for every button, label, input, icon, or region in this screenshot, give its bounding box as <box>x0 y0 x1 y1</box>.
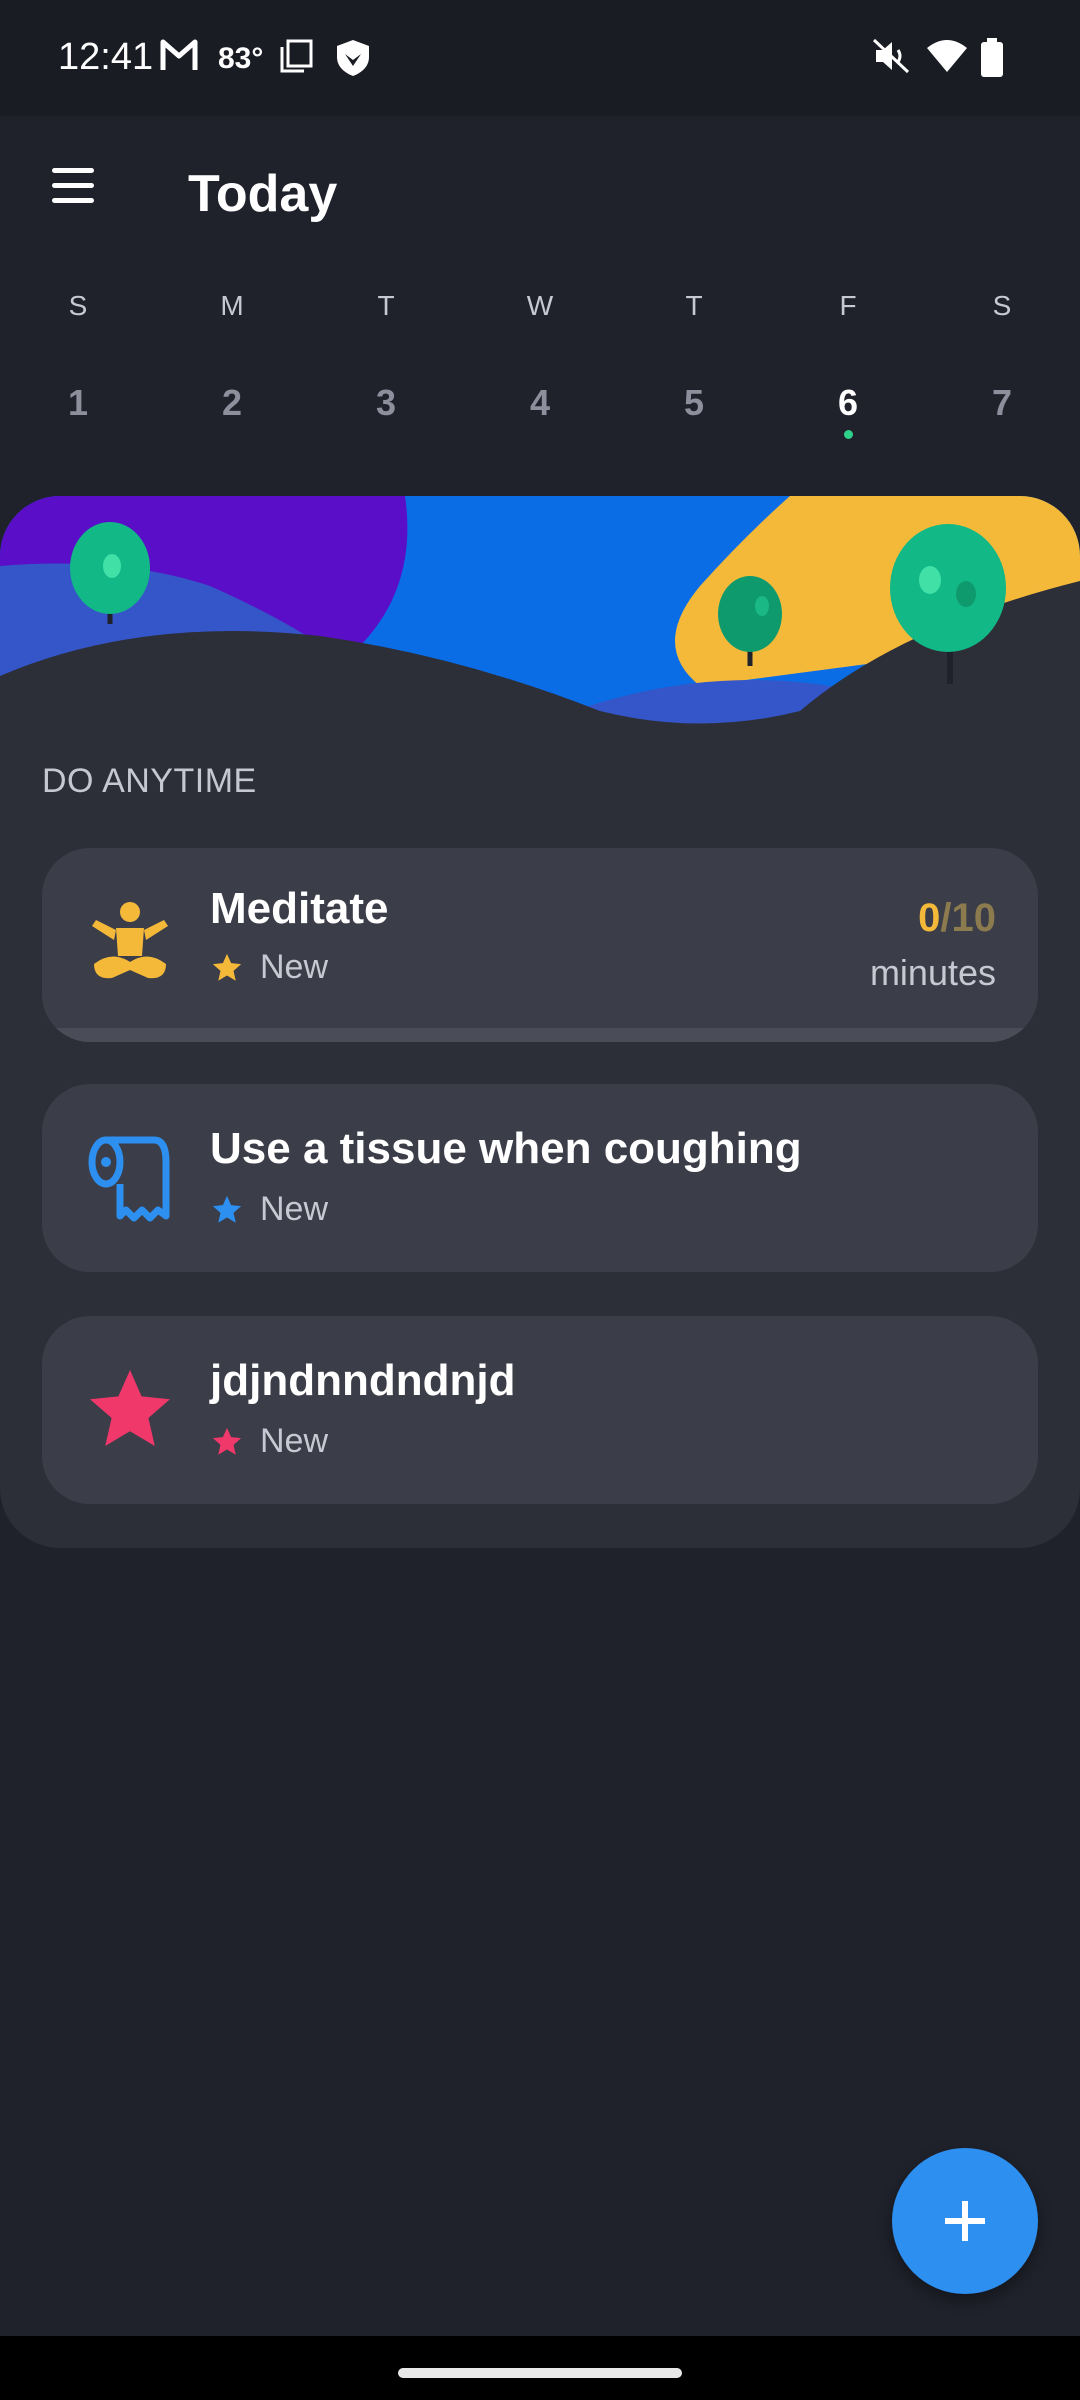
day-friday-selected[interactable]: F 6 <box>798 290 898 439</box>
mute-icon <box>872 38 910 74</box>
day-of-month: 2 <box>221 382 243 423</box>
day-of-month: 7 <box>991 382 1013 423</box>
day-of-month: 4 <box>529 382 551 423</box>
plus-icon <box>945 2201 985 2241</box>
week-strip: S 1 M 2 T 3 W 4 T 5 F 6 S 7 <box>0 290 1080 450</box>
day-saturday[interactable]: S 7 <box>952 290 1052 424</box>
day-of-week: F <box>839 290 857 321</box>
day-of-week: S <box>992 290 1012 321</box>
star-icon <box>212 953 242 981</box>
day-of-month: 5 <box>683 382 705 423</box>
battery-icon <box>981 38 1003 77</box>
habit-card-meditate[interactable]: Meditate New 0/10 minutes <box>42 848 1038 1042</box>
tissue-roll-icon <box>82 1130 178 1226</box>
habit-status-label: New <box>260 948 329 986</box>
day-of-week: T <box>377 290 395 321</box>
day-monday[interactable]: M 2 <box>182 290 282 424</box>
section-label: DO ANYTIME <box>42 762 257 800</box>
day-of-month: 3 <box>375 382 397 423</box>
star-icon <box>212 1195 242 1223</box>
meditate-icon <box>82 898 178 994</box>
hamburger-menu-icon[interactable] <box>44 168 104 216</box>
system-nav-bar <box>0 2336 1080 2400</box>
habit-status-label: New <box>260 1422 329 1460</box>
add-habit-button[interactable] <box>892 2148 1038 2294</box>
day-tuesday[interactable]: T 3 <box>336 290 436 424</box>
status-bar: 12:41 83° <box>0 0 1080 116</box>
star-icon <box>82 1362 178 1458</box>
habit-progress-count: 0/10 <box>918 896 996 941</box>
habit-title: Use a tissue when coughing <box>210 1124 802 1173</box>
habit-progress-bar <box>42 1028 1038 1042</box>
app-bar: Today <box>0 116 1080 276</box>
habit-progress-current: 0 <box>918 896 941 940</box>
habit-status-label: New <box>260 1190 329 1228</box>
habit-progress-unit: minutes <box>869 952 996 993</box>
status-temperature: 83° <box>218 42 264 75</box>
habit-status: New <box>210 1422 328 1461</box>
habit-card-custom[interactable]: jdjndnndndnjd New <box>42 1316 1038 1504</box>
gmail-icon <box>160 39 198 70</box>
day-of-week: S <box>68 290 88 321</box>
habit-progress-total: /10 <box>940 896 996 940</box>
habit-status: New <box>210 948 328 987</box>
today-indicator-dot <box>843 430 853 439</box>
day-of-week: W <box>526 290 554 321</box>
wifi-icon <box>927 40 967 72</box>
day-of-month: 1 <box>67 382 89 423</box>
habit-card-tissue[interactable]: Use a tissue when coughing New <box>42 1084 1038 1272</box>
screenshot-icon <box>280 39 313 73</box>
landscape-illustration <box>0 496 1080 736</box>
habit-title: Meditate <box>210 884 389 933</box>
habit-status: New <box>210 1190 328 1229</box>
star-icon <box>212 1427 242 1455</box>
day-of-week: T <box>685 290 703 321</box>
day-thursday[interactable]: T 5 <box>644 290 744 424</box>
day-wednesday[interactable]: W 4 <box>490 290 590 424</box>
shield-icon <box>337 40 369 76</box>
home-gesture-handle[interactable] <box>398 2368 682 2378</box>
day-sunday[interactable]: S 1 <box>28 290 128 424</box>
day-of-week: M <box>220 290 244 321</box>
habit-title: jdjndnndndnjd <box>210 1356 516 1405</box>
page-title: Today <box>188 165 338 223</box>
status-time: 12:41 <box>58 36 154 78</box>
day-of-month: 6 <box>837 382 859 423</box>
